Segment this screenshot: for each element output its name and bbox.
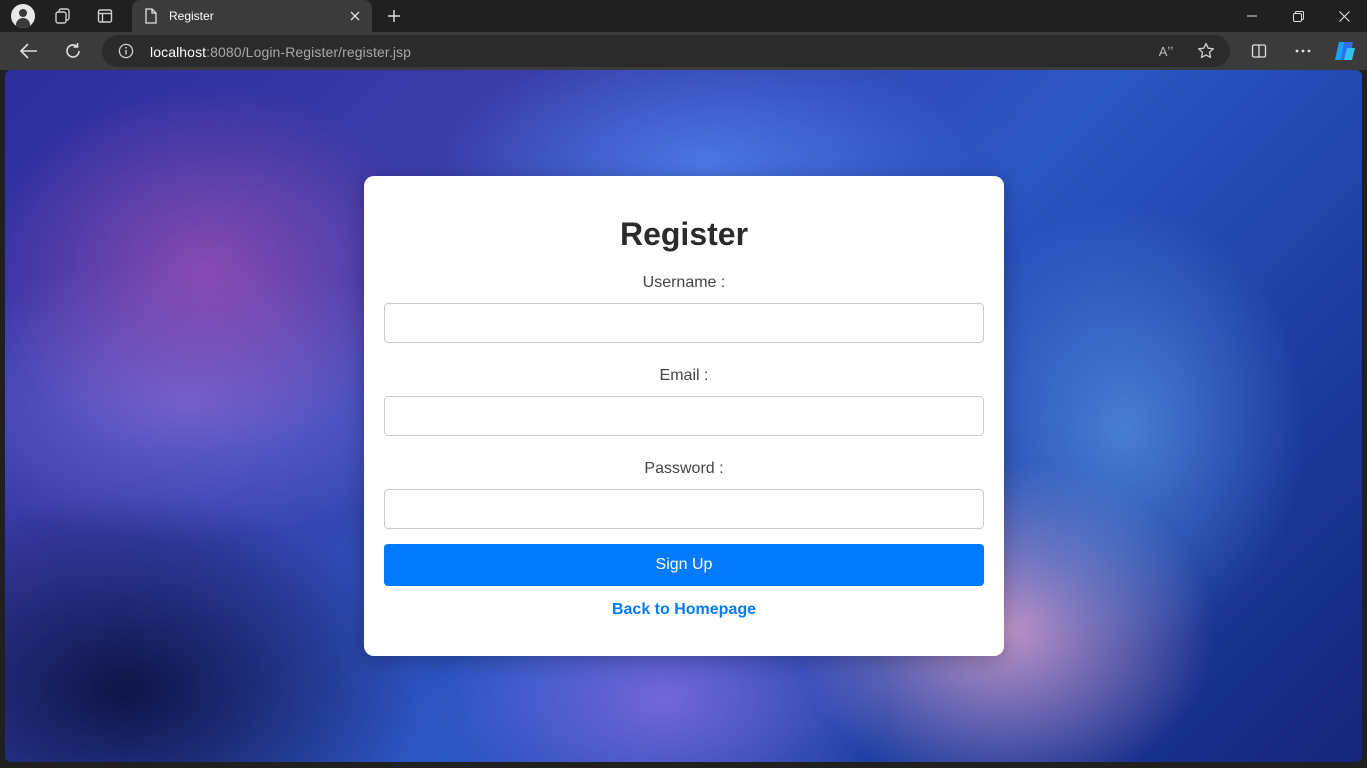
plus-icon — [388, 10, 400, 22]
split-screen-icon — [1251, 44, 1267, 58]
copilot-icon — [1335, 42, 1355, 60]
page-viewport: Register Username : Email : Password : S… — [5, 70, 1362, 762]
back-button[interactable] — [14, 36, 44, 66]
url-text[interactable]: localhost:8080/Login-Register/register.j… — [150, 44, 411, 60]
minimize-icon — [1247, 15, 1257, 17]
tab-actions-icon — [97, 9, 113, 23]
username-input[interactable] — [384, 303, 984, 343]
more-menu-button[interactable] — [1288, 36, 1318, 66]
tab-register[interactable]: Register — [132, 0, 372, 32]
profile-button[interactable] — [10, 4, 36, 28]
new-tab-button[interactable] — [382, 4, 406, 28]
sign-up-button[interactable]: Sign Up — [384, 544, 984, 586]
password-label: Password : — [644, 460, 724, 477]
back-to-homepage-link[interactable]: Back to Homepage — [364, 601, 1004, 619]
close-icon — [350, 11, 360, 21]
tab-title: Register — [169, 9, 214, 23]
password-input[interactable] — [384, 489, 984, 529]
split-screen-button[interactable] — [1244, 36, 1274, 66]
url-host: localhost — [150, 44, 207, 60]
tab-strip: Register — [0, 0, 1367, 32]
read-aloud-icon: Aʼʼ — [1158, 43, 1174, 59]
close-icon — [1338, 10, 1350, 22]
page-title: Register — [619, 216, 749, 252]
window-close-button[interactable] — [1321, 0, 1367, 32]
email-input[interactable] — [384, 396, 984, 436]
copilot-button[interactable] — [1330, 36, 1360, 66]
arrow-left-icon — [20, 43, 37, 59]
address-bar[interactable]: localhost:8080/Login-Register/register.j… — [102, 35, 1230, 67]
workspaces-button[interactable] — [50, 4, 76, 28]
info-icon[interactable] — [118, 43, 134, 59]
restore-button[interactable] — [1275, 0, 1321, 32]
favorite-button[interactable] — [1194, 40, 1218, 62]
email-label: Email : — [659, 367, 709, 384]
workspaces-icon — [55, 8, 70, 24]
register-card: Register Username : Email : Password : S… — [364, 176, 1004, 656]
tab-actions-button[interactable] — [92, 4, 118, 28]
page-icon — [145, 8, 157, 24]
more-icon — [1295, 49, 1311, 53]
tab-close-button[interactable] — [346, 7, 364, 25]
star-icon — [1198, 42, 1214, 59]
browser-toolbar: localhost:8080/Login-Register/register.j… — [0, 32, 1367, 70]
refresh-icon — [66, 43, 80, 58]
avatar-icon — [11, 4, 35, 28]
refresh-button[interactable] — [58, 36, 88, 66]
restore-icon — [1292, 10, 1304, 22]
username-label: Username : — [642, 274, 726, 291]
minimize-button[interactable] — [1229, 0, 1275, 32]
url-path: :8080/Login-Register/register.jsp — [206, 44, 412, 60]
read-aloud-button[interactable]: Aʼʼ — [1154, 40, 1178, 62]
